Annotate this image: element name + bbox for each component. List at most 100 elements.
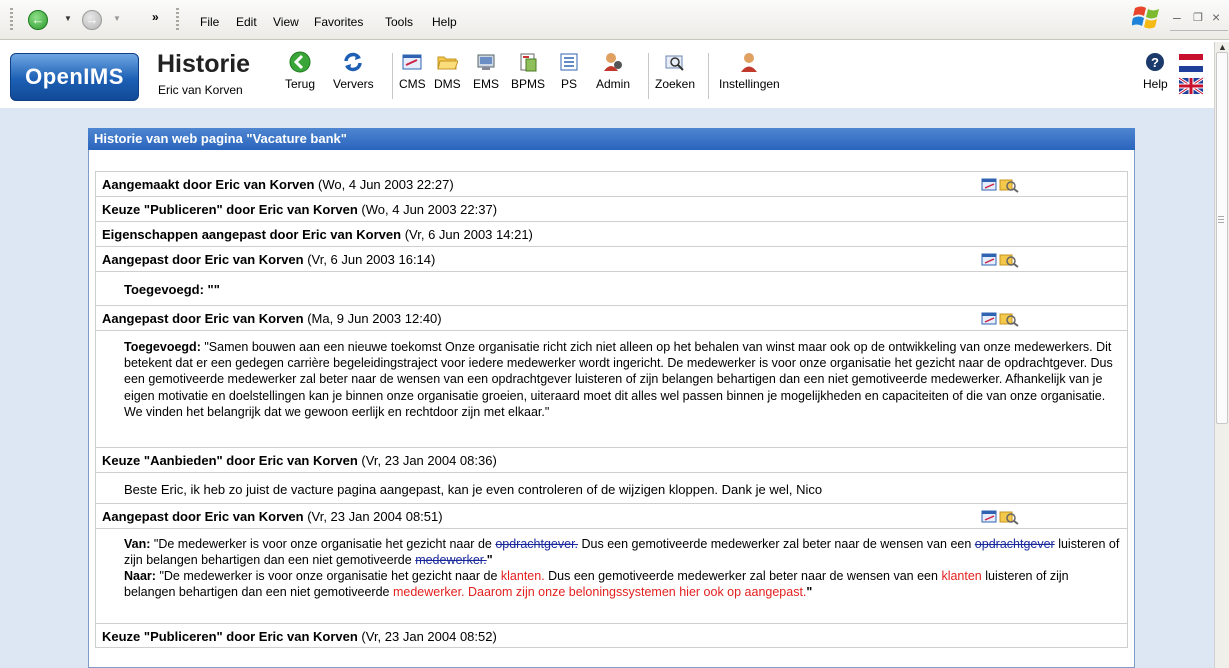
edit-document-icon[interactable]: [981, 253, 997, 266]
restore-button[interactable]: ❐: [1193, 11, 1203, 24]
added-text: Toegevoegd: "": [124, 282, 220, 297]
diff-added: klanten.: [500, 569, 545, 583]
history-row: Eigenschappen aangepast door Eric van Ko…: [95, 221, 1128, 246]
openims-logo[interactable]: OpenIMS: [10, 53, 139, 101]
diff-text: ": [806, 585, 813, 599]
diff-to: Naar: "De medewerker is voor onze organi…: [124, 568, 1121, 600]
row-actions: [981, 252, 1021, 268]
history-detail: Van: "De medewerker is voor onze organis…: [95, 528, 1128, 623]
scroll-grip: [1218, 216, 1224, 224]
bpms-button[interactable]: BPMS: [511, 51, 545, 91]
ems-button[interactable]: EMS: [473, 51, 499, 91]
ems-label: EMS: [473, 77, 500, 91]
back-arrow-icon: [289, 51, 311, 73]
diff-deleted: opdrachtgever: [974, 537, 1055, 551]
toolbar-separator: [648, 53, 649, 99]
admin-label: Admin: [596, 77, 631, 91]
preview-icon[interactable]: [999, 254, 1019, 268]
ververs-button[interactable]: Ververs: [333, 51, 374, 91]
menu-help[interactable]: Help: [432, 15, 457, 29]
menu-tools[interactable]: Tools: [385, 15, 413, 29]
toolbar-overflow-icon[interactable]: »: [152, 10, 159, 24]
toolbar-grip[interactable]: [10, 8, 13, 32]
diff-to-label: Naar:: [124, 569, 156, 583]
row-actions: [981, 509, 1021, 525]
added-label: Toegevoegd:: [124, 340, 201, 354]
history-date: (Vr, 23 Jan 2004 08:52): [361, 629, 497, 644]
history-row: Aangepast door Eric van Korven (Ma, 9 Ju…: [95, 305, 1128, 330]
history-action: Aangemaakt door Eric van Korven: [102, 177, 315, 192]
preview-icon[interactable]: [999, 511, 1019, 525]
history-action: Aangepast door Eric van Korven: [102, 252, 304, 267]
diff-text: Dus een gemotiveerde medewerker zal bete…: [578, 537, 975, 551]
terug-label: Terug: [285, 77, 316, 91]
history-row: Keuze "Publiceren" door Eric van Korven …: [95, 196, 1128, 221]
edit-document-icon[interactable]: [981, 510, 997, 523]
history-date: (Vr, 23 Jan 2004 08:51): [307, 509, 443, 524]
history-row: Aangemaakt door Eric van Korven (Wo, 4 J…: [95, 171, 1128, 196]
forward-dropdown-icon[interactable]: ▼: [113, 14, 121, 23]
windows-logo-icon: [1132, 6, 1159, 29]
dms-label: DMS: [434, 77, 461, 91]
menu-favorites[interactable]: Favorites: [314, 15, 363, 29]
history-action: Aangepast door Eric van Korven: [102, 509, 304, 524]
forward-arrow-icon: →: [85, 12, 99, 27]
cms-icon: [402, 54, 422, 70]
zoeken-button[interactable]: Zoeken: [655, 51, 695, 91]
cms-button[interactable]: CMS: [399, 51, 426, 91]
menu-view[interactable]: View: [273, 15, 299, 29]
comment-text: Beste Eric, ik heb zo juist de vacture p…: [124, 482, 823, 497]
history-action: Keuze "Aanbieden" door Eric van Korven: [102, 453, 358, 468]
diff-added: klanten: [941, 569, 982, 583]
diff-added: medewerker. Daarom zijn onze beloningssy…: [392, 585, 807, 599]
user-name: Eric van Korven: [158, 83, 243, 97]
history-action: Eigenschappen aangepast door Eric van Ko…: [102, 227, 402, 242]
ps-icon: [560, 53, 578, 71]
row-actions: [981, 177, 1021, 193]
ververs-label: Ververs: [333, 77, 374, 91]
scroll-thumb[interactable]: [1216, 52, 1228, 424]
browser-back-button[interactable]: ←: [28, 10, 48, 30]
history-row: Keuze "Aanbieden" door Eric van Korven (…: [95, 447, 1128, 472]
back-arrow-icon: ←: [31, 12, 45, 27]
panel-title: Historie van web pagina "Vacature bank": [88, 128, 1135, 150]
history-row: Keuze "Publiceren" door Eric van Korven …: [95, 623, 1128, 648]
bpms-label: BPMS: [511, 77, 546, 91]
diff-deleted: medewerker.: [415, 553, 487, 567]
history-date: (Vr, 6 Jun 2003 16:14): [307, 252, 436, 267]
edit-document-icon[interactable]: [981, 178, 997, 191]
history-list: Aangemaakt door Eric van Korven (Wo, 4 J…: [95, 171, 1128, 648]
history-detail: Beste Eric, ik heb zo juist de vacture p…: [95, 472, 1128, 503]
scroll-up-icon[interactable]: ▲: [1218, 42, 1227, 52]
edit-document-icon[interactable]: [981, 312, 997, 325]
ps-button[interactable]: PS: [558, 51, 580, 91]
diff-text: Dus een gemotiveerde medewerker zal bete…: [544, 569, 942, 583]
language-flags-icon[interactable]: [1178, 52, 1204, 98]
vertical-scrollbar[interactable]: ▲: [1214, 42, 1229, 668]
minimize-button[interactable]: –: [1173, 9, 1181, 25]
folder-icon: [437, 56, 459, 70]
browser-toolbar: ← ▼ → ▼ » File Edit View Favorites Tools…: [0, 0, 1229, 40]
help-button[interactable]: ? Help: [1143, 51, 1168, 91]
preview-icon[interactable]: [999, 313, 1019, 327]
admin-button[interactable]: Admin: [596, 51, 630, 91]
browser-forward-button[interactable]: →: [82, 10, 102, 30]
help-label: Help: [1143, 77, 1168, 91]
toolbar-separator: [708, 53, 709, 99]
history-action: Keuze "Publiceren" door Eric van Korven: [102, 629, 358, 644]
dms-button[interactable]: DMS: [434, 51, 461, 91]
history-action: Keuze "Publiceren" door Eric van Korven: [102, 202, 358, 217]
divider: [1170, 30, 1228, 31]
menu-edit[interactable]: Edit: [236, 15, 257, 29]
diff-from: Van: "De medewerker is voor onze organis…: [124, 536, 1121, 568]
close-button[interactable]: ×: [1212, 9, 1220, 25]
diff-text: ": [486, 553, 493, 567]
instellingen-button[interactable]: Instellingen: [719, 51, 780, 91]
svg-text:?: ?: [1151, 55, 1159, 70]
back-dropdown-icon[interactable]: ▼: [64, 14, 72, 23]
terug-button[interactable]: Terug: [285, 51, 315, 91]
menubar-grip[interactable]: [176, 8, 179, 32]
menu-file[interactable]: File: [200, 15, 219, 29]
toolbar-separator: [392, 53, 393, 99]
preview-icon[interactable]: [999, 179, 1019, 193]
